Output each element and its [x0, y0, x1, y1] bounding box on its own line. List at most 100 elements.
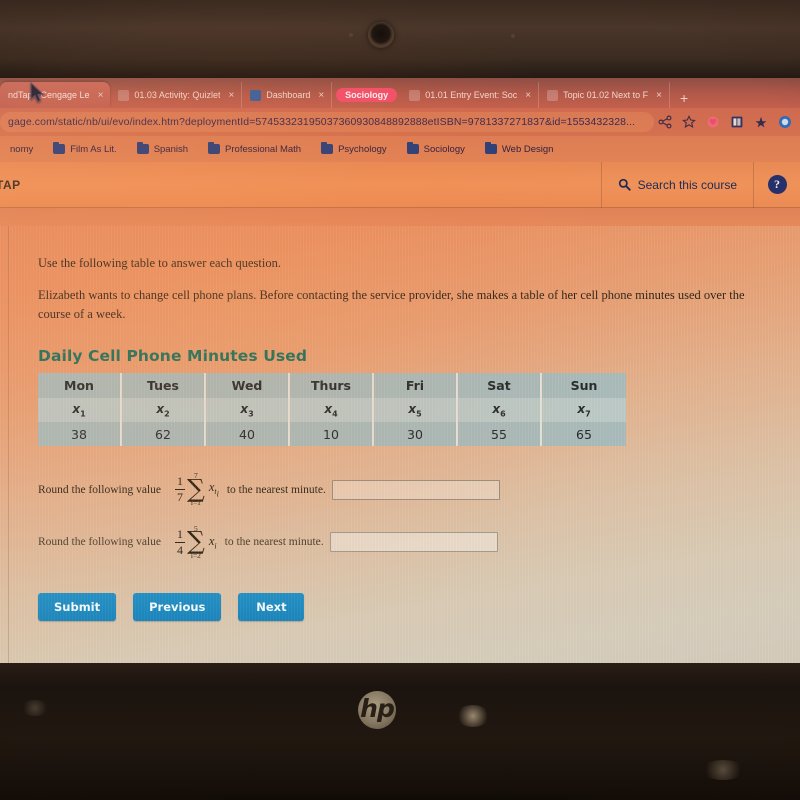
assignment-content: Use the following table to answer each q…: [0, 226, 800, 663]
dashboard-icon: [250, 89, 262, 101]
table-cell-value: 10: [290, 422, 374, 447]
variable-sub: 3: [248, 409, 254, 419]
tab-title: 01.03 Activity: Quizlet: [134, 90, 221, 100]
browser-tab-topic-0102[interactable]: Topic 01.02 Next to F ×: [539, 82, 670, 108]
bookmark-professional-math[interactable]: Professional Math: [198, 142, 311, 155]
search-course-button[interactable]: Search this course: [600, 161, 754, 208]
bookmark-nomy[interactable]: nomy: [0, 144, 43, 155]
table-cell-day: Sun: [542, 373, 626, 399]
bookmark-label: Spanish: [153, 143, 189, 155]
table-cell-value: 40: [206, 422, 290, 447]
variable-base: x: [324, 402, 333, 417]
table-cell-value: 30: [374, 422, 458, 447]
term-subsub: i: [216, 490, 219, 500]
folder-icon: [484, 142, 497, 154]
table-cell-value: 38: [38, 422, 122, 447]
variable-base: x: [240, 402, 249, 417]
browser-tab-dashboard[interactable]: Dashboard ×: [242, 82, 333, 108]
table-row-days: Mon Tues Wed Thurs Fri Sat Sun: [38, 373, 626, 399]
answer-input-1[interactable]: [331, 479, 500, 500]
folder-icon: [321, 142, 334, 154]
variable-base: x: [408, 402, 417, 417]
table-cell-day: Fri: [374, 373, 458, 399]
table-row-values: 38 62 40 10 30 55 65: [38, 422, 626, 447]
browser-tab-strip: ndTap - Cengage Le × 01.03 Activity: Qui…: [0, 78, 800, 108]
browser-tab-sociology[interactable]: Sociology: [332, 82, 401, 108]
share-icon[interactable]: [658, 115, 672, 129]
variable-base: x: [72, 402, 81, 417]
extension-pink-icon[interactable]: [706, 115, 720, 129]
variable-base: x: [156, 402, 165, 417]
table-cell-value: 65: [542, 422, 626, 447]
question-lead: Round the following value: [38, 536, 161, 548]
summation-lower-limit: i=2: [190, 550, 201, 560]
browser-tab-entry-event[interactable]: 01.01 Entry Event: Soc ×: [401, 82, 540, 108]
submit-button[interactable]: Submit: [38, 593, 117, 622]
bookmark-sociology[interactable]: Sociology: [397, 142, 475, 155]
tab-title: 01.01 Entry Event: Soc: [425, 90, 518, 100]
profile-icon[interactable]: [778, 115, 792, 129]
close-icon[interactable]: ×: [95, 90, 104, 101]
app-brand-logo[interactable]: TAP: [0, 178, 21, 192]
table-cell-value: 62: [122, 422, 206, 447]
bookmark-label: Film As Lit.: [70, 143, 117, 155]
table-cell-value: 55: [458, 422, 542, 447]
variable-sub: 7: [585, 409, 591, 419]
summation-term: xti: [209, 480, 219, 499]
browser-tab-mindtap[interactable]: ndTap - Cengage Le ×: [0, 82, 111, 108]
next-button[interactable]: Next: [238, 593, 305, 622]
flvs-icon: [409, 89, 421, 101]
browser-tab-quizlet[interactable]: 01.03 Activity: Quizlet ×: [110, 82, 243, 108]
bookmark-spanish[interactable]: Spanish: [127, 142, 198, 155]
hp-brand-logo: hp: [358, 691, 396, 729]
fraction-numerator: 1: [176, 474, 183, 489]
variable-sub: 2: [164, 409, 170, 419]
extension-book-icon[interactable]: [730, 115, 744, 129]
new-tab-button[interactable]: +: [670, 90, 696, 108]
close-icon[interactable]: ×: [225, 90, 234, 101]
star-icon[interactable]: [682, 115, 696, 129]
close-icon[interactable]: ×: [315, 90, 324, 101]
sigma-icon: ∑: [186, 526, 205, 556]
address-bar[interactable]: gage.com/static/nb/ui/evo/index.htm?depl…: [0, 112, 654, 132]
bookmarks-bar: nomy Film As Lit. Spanish Professional M…: [0, 136, 800, 162]
folder-icon: [136, 142, 149, 154]
fraction-coefficient: 1 7: [174, 474, 185, 503]
formula-2: 1 4 5 ∑ i=2 xi: [174, 525, 217, 560]
answer-input-2[interactable]: [329, 532, 498, 552]
previous-button[interactable]: Previous: [133, 593, 222, 622]
tab-title: Topic 01.02 Next to F: [563, 90, 649, 100]
bookmark-label: Sociology: [423, 143, 465, 155]
table-cell-variable: x1: [38, 398, 122, 423]
tab-title: ndTap - Cengage Le: [8, 90, 90, 100]
question-tail: to the nearest minute.: [226, 483, 326, 496]
folder-icon: [208, 142, 221, 154]
scenario-text: Elizabeth wants to change cell phone pla…: [38, 287, 745, 321]
formula-1: 1 7 7 ∑ i=1 xti: [174, 472, 219, 507]
table-row-variables: x1 x2 x3 x4 x5 x6 x7: [38, 398, 626, 423]
folder-icon: [406, 142, 419, 154]
content-left-rule: [8, 226, 9, 663]
bookmark-label: Psychology: [338, 143, 387, 155]
help-button[interactable]: ?: [754, 162, 800, 208]
search-icon: [618, 178, 631, 191]
laptop-screen: ndTap - Cengage Le × 01.03 Activity: Qui…: [0, 78, 800, 663]
laptop-top-bezel: [0, 0, 800, 78]
tab-title-badge: Sociology: [336, 88, 398, 102]
close-icon[interactable]: ×: [653, 90, 662, 101]
bookmark-psychology[interactable]: Psychology: [311, 142, 397, 155]
course-app-header: TAP Search this course ?: [0, 161, 800, 208]
term-sub: i: [214, 541, 217, 551]
tab-title: Dashboard: [266, 90, 311, 100]
search-course-label: Search this course: [637, 177, 737, 192]
url-text: gage.com/static/nb/ui/evo/index.htm?depl…: [8, 116, 636, 128]
header-divider-strip: [0, 208, 800, 226]
variable-sub: 4: [332, 409, 338, 419]
summation-operator: 5 ∑ i=2: [187, 525, 205, 560]
variable-base: x: [492, 402, 501, 417]
close-icon[interactable]: ×: [522, 90, 531, 101]
bookmark-web-design[interactable]: Web Design: [475, 142, 564, 155]
bookmark-film-as-lit[interactable]: Film As Lit.: [43, 142, 126, 155]
light-reflection: [20, 700, 50, 716]
extension-star-icon[interactable]: [754, 115, 768, 129]
